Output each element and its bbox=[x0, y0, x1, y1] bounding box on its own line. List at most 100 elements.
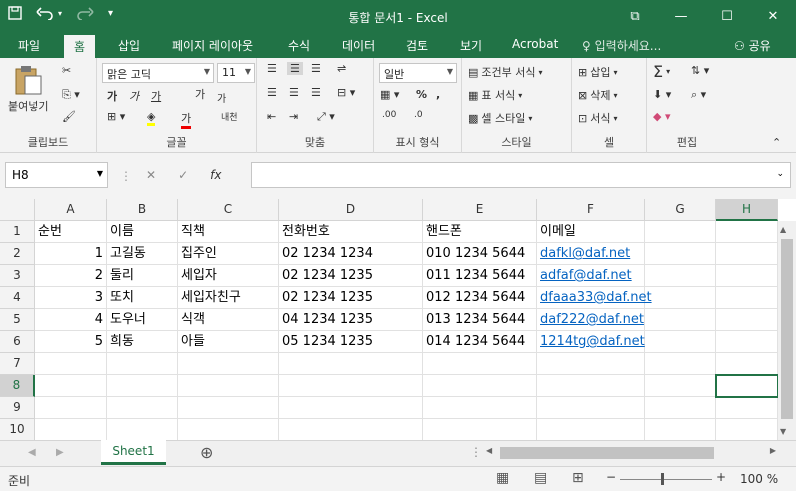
cell-a10[interactable] bbox=[35, 419, 107, 440]
cell-d8[interactable] bbox=[279, 375, 423, 397]
cell-c10[interactable] bbox=[178, 419, 279, 440]
cell-a3[interactable]: 2 bbox=[35, 265, 107, 287]
cell-h9[interactable] bbox=[716, 397, 778, 419]
autosum-icon[interactable]: Σ ▾ bbox=[653, 62, 670, 81]
tab-formulas[interactable]: 수식 bbox=[288, 37, 310, 54]
select-all-button[interactable] bbox=[0, 199, 35, 221]
scroll-thumb[interactable] bbox=[781, 239, 793, 419]
name-box[interactable]: H8 ▼ bbox=[5, 162, 108, 188]
align-middle-icon[interactable]: ☰ bbox=[287, 62, 303, 75]
column-header-e[interactable]: E bbox=[423, 199, 537, 221]
format-cells-button[interactable]: ⊡ 서식 ▾ bbox=[578, 110, 617, 126]
conditional-format-button[interactable]: ▤ 조건부 서식 ▾ bbox=[468, 64, 543, 80]
clear-icon[interactable]: ◆ ▾ bbox=[653, 110, 670, 123]
cell-c1[interactable]: 직책 bbox=[178, 221, 279, 243]
minimize-button[interactable]: — bbox=[658, 0, 704, 33]
zoom-slider[interactable] bbox=[620, 479, 712, 480]
cell-g2[interactable] bbox=[645, 243, 716, 265]
cell-c5[interactable]: 식객 bbox=[178, 309, 279, 331]
horizontal-scrollbar[interactable]: ◀ ▶ bbox=[484, 444, 778, 462]
cell-g7[interactable] bbox=[645, 353, 716, 375]
cancel-icon[interactable]: ✕ bbox=[146, 168, 156, 182]
cell-b10[interactable] bbox=[107, 419, 178, 440]
format-as-table-button[interactable]: ▦ 표 서식 ▾ bbox=[468, 87, 522, 103]
cell-e7[interactable] bbox=[423, 353, 537, 375]
cell-b2[interactable]: 고길동 bbox=[107, 243, 178, 265]
cell-g8[interactable] bbox=[645, 375, 716, 397]
accounting-icon[interactable]: ▦ ▾ bbox=[380, 88, 399, 101]
cell-f7[interactable] bbox=[537, 353, 645, 375]
zoom-out-button[interactable]: − bbox=[606, 470, 616, 484]
tab-page-layout[interactable]: 페이지 레이아웃 bbox=[172, 37, 253, 54]
comma-icon[interactable]: , bbox=[436, 88, 440, 101]
normal-view-icon[interactable]: ▦ bbox=[496, 470, 509, 486]
cell-f5[interactable]: daf222@daf.net bbox=[537, 309, 645, 331]
cell-e10[interactable] bbox=[423, 419, 537, 440]
cell-a8[interactable] bbox=[35, 375, 107, 397]
align-bottom-icon[interactable]: ☰ bbox=[311, 62, 321, 75]
align-left-icon[interactable]: ☰ bbox=[267, 86, 277, 99]
cell-c9[interactable] bbox=[178, 397, 279, 419]
cell-f1[interactable]: 이메일 bbox=[537, 221, 645, 243]
cell-g6[interactable] bbox=[645, 331, 716, 353]
cell-h2[interactable] bbox=[716, 243, 778, 265]
enter-icon[interactable]: ✓ bbox=[178, 168, 188, 182]
cell-h1[interactable] bbox=[716, 221, 778, 243]
percent-icon[interactable]: % bbox=[416, 88, 427, 101]
column-header-h[interactable]: H bbox=[716, 199, 778, 221]
vertical-scrollbar[interactable]: ▲ ▼ bbox=[778, 221, 796, 440]
cell-h7[interactable] bbox=[716, 353, 778, 375]
cell-e3[interactable]: 011 1234 5644 bbox=[423, 265, 537, 287]
cell-b6[interactable]: 희동 bbox=[107, 331, 178, 353]
cell-g1[interactable] bbox=[645, 221, 716, 243]
scroll-down-icon[interactable]: ▼ bbox=[780, 427, 786, 436]
scroll-up-icon[interactable]: ▲ bbox=[780, 225, 786, 234]
orientation-icon[interactable]: ⤢ ▾ bbox=[317, 110, 335, 124]
tab-home[interactable]: 홈 bbox=[64, 35, 96, 58]
share-button[interactable]: ⚇ 공유 bbox=[734, 37, 771, 54]
merge-center-icon[interactable]: ⊟ ▾ bbox=[337, 86, 355, 99]
row-header-3[interactable]: 3 bbox=[0, 265, 35, 287]
active-cell-h8[interactable] bbox=[715, 374, 779, 398]
zoom-in-button[interactable]: + bbox=[716, 470, 726, 484]
grow-font-button[interactable]: 가 bbox=[195, 86, 205, 102]
cell-e8[interactable] bbox=[423, 375, 537, 397]
cell-d2[interactable]: 02 1234 1234 bbox=[279, 243, 423, 265]
cell-d10[interactable] bbox=[279, 419, 423, 440]
cell-f3[interactable]: adfaf@daf.net bbox=[537, 265, 645, 287]
delete-cells-button[interactable]: ⊠ 삭제 ▾ bbox=[578, 87, 617, 103]
tab-review[interactable]: 검토 bbox=[406, 37, 428, 54]
cell-e6[interactable]: 014 1234 5644 bbox=[423, 331, 537, 353]
maximize-button[interactable]: ☐ bbox=[704, 0, 750, 33]
fill-color-icon[interactable]: ◈ bbox=[147, 110, 156, 126]
cell-a7[interactable] bbox=[35, 353, 107, 375]
scroll-right-icon[interactable]: ▶ bbox=[770, 446, 776, 455]
row-header-4[interactable]: 4 bbox=[0, 287, 35, 309]
formula-input[interactable]: ⌄ bbox=[251, 162, 791, 188]
cell-e5[interactable]: 013 1234 5644 bbox=[423, 309, 537, 331]
cell-b9[interactable] bbox=[107, 397, 178, 419]
cell-d9[interactable] bbox=[279, 397, 423, 419]
align-top-icon[interactable]: ☰ bbox=[267, 62, 277, 75]
row-header-9[interactable]: 9 bbox=[0, 397, 35, 419]
border-icon[interactable]: ⊞ ▾ bbox=[107, 110, 125, 123]
expand-formula-icon[interactable]: ⌄ bbox=[776, 169, 784, 179]
cell-d5[interactable]: 04 1234 1235 bbox=[279, 309, 423, 331]
font-size-combo[interactable]: 11 ▼ bbox=[217, 63, 255, 83]
cell-h6[interactable] bbox=[716, 331, 778, 353]
cell-d4[interactable]: 02 1234 1235 bbox=[279, 287, 423, 309]
prev-sheet-icon[interactable]: ◀ bbox=[28, 447, 36, 458]
row-header-2[interactable]: 2 bbox=[0, 243, 35, 265]
increase-indent-icon[interactable]: ⇥ bbox=[289, 110, 298, 123]
row-header-5[interactable]: 5 bbox=[0, 309, 35, 331]
shrink-font-button[interactable]: 가 bbox=[217, 90, 226, 105]
column-header-d[interactable]: D bbox=[279, 199, 423, 221]
underline-button[interactable]: 가 bbox=[151, 88, 161, 104]
column-header-f[interactable]: F bbox=[537, 199, 645, 221]
cell-f2[interactable]: dafkl@daf.net bbox=[537, 243, 645, 265]
align-center-icon[interactable]: ☰ bbox=[289, 86, 299, 99]
cell-a5[interactable]: 4 bbox=[35, 309, 107, 331]
row-header-6[interactable]: 6 bbox=[0, 331, 35, 353]
cell-e9[interactable] bbox=[423, 397, 537, 419]
cell-e1[interactable]: 핸드폰 bbox=[423, 221, 537, 243]
